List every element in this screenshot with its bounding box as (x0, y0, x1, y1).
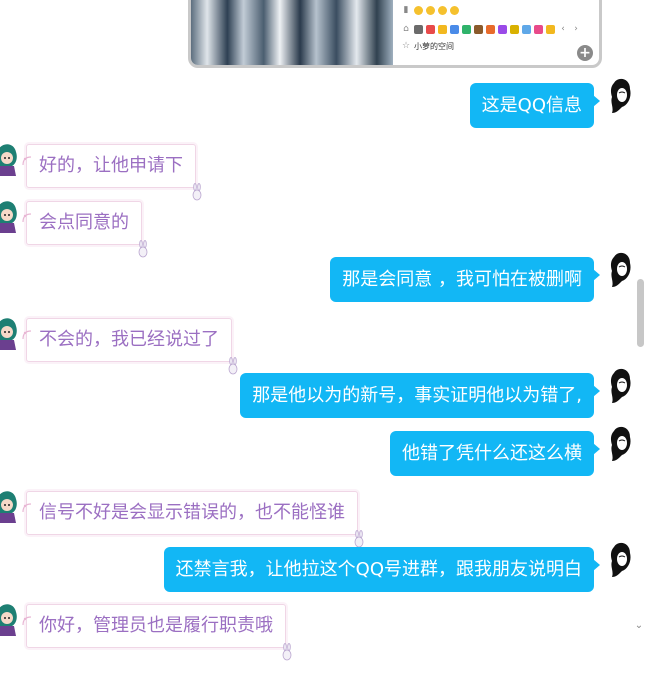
outgoing-message-bubble[interactable]: 他错了凭什么还这么横 (390, 431, 600, 476)
scroll-down-icon[interactable]: ⌄ (634, 620, 644, 632)
friend-avatar[interactable] (0, 314, 20, 352)
chevron-left-icon[interactable]: ‹ (558, 24, 568, 34)
my-avatar[interactable] (608, 77, 634, 115)
message-text: 不会的，我已经说过了 (39, 329, 219, 350)
badge-icon (426, 24, 435, 34)
level-star-icon (426, 5, 435, 15)
star-outline-icon: ☆ (401, 41, 411, 51)
friend-avatar[interactable] (0, 140, 20, 178)
my-avatar[interactable] (608, 367, 634, 405)
message-text: 会点同意的 (39, 212, 129, 233)
message-text: 那是会同意 ，我可怕在被删啊 (342, 269, 582, 290)
bunny-decoration-icon (227, 349, 239, 375)
chevron-right-icon[interactable]: › (571, 24, 581, 34)
bunny-decoration-icon (191, 175, 203, 201)
message-text: 他错了凭什么还这么横 (402, 443, 582, 464)
outgoing-message-bubble[interactable]: 还禁言我，让他拉这个QQ号进群，跟我朋友说明白 (163, 547, 601, 592)
badge-icon (462, 24, 471, 34)
friend-avatar[interactable] (0, 197, 20, 235)
message-text: 好的，让他申请下 (39, 155, 183, 176)
card-info: ▮ ⌂ ‹ › ☆ 小萝的空间 + (401, 0, 599, 65)
badge-icon (438, 24, 447, 34)
message-text: 这是QQ信息 (481, 95, 582, 116)
badge-icon (534, 24, 543, 34)
zoom-in-icon[interactable]: + (577, 45, 593, 61)
bunny-decoration-icon (353, 522, 365, 548)
incoming-message-bubble[interactable]: 你好，管理员也是履行职责哦 (22, 604, 292, 661)
message-text: 还禁言我，让他拉这个QQ号进群，跟我朋友说明白 (175, 559, 582, 580)
outgoing-message-bubble[interactable]: 这是QQ信息 (469, 83, 601, 128)
bunny-decoration-icon (281, 635, 293, 661)
card-photo (191, 0, 393, 65)
incoming-message-bubble[interactable]: 好的，让他申请下 (22, 144, 202, 201)
bunny-decoration-icon (137, 232, 149, 258)
bubble-corner-ornament-icon (22, 140, 32, 166)
incoming-message-bubble[interactable]: 会点同意的 (22, 201, 148, 258)
bubble-corner-ornament-icon (22, 314, 32, 340)
bubble-corner-ornament-icon (22, 197, 32, 223)
bubble-corner-ornament-icon (22, 600, 32, 626)
message-text: 那是他以为的新号，事实证明他以为错了, (252, 385, 582, 406)
badge-icon (486, 24, 495, 34)
space-row[interactable]: ☆ 小萝的空间 (401, 39, 454, 53)
my-avatar[interactable] (608, 541, 634, 579)
badge-icon (414, 24, 423, 34)
badge-icon (510, 24, 519, 34)
home-icon: ⌂ (403, 24, 409, 34)
outgoing-message-bubble[interactable]: 那是他以为的新号，事实证明他以为错了, (240, 373, 600, 418)
badge-icon (474, 24, 483, 34)
badge-icon (450, 24, 459, 34)
level-row: ▮ (401, 3, 459, 17)
level-star-icon (450, 5, 459, 15)
level-bar-icon: ▮ (403, 5, 409, 15)
level-star-icon (414, 5, 423, 15)
message-text: 你好，管理员也是履行职责哦 (39, 615, 273, 636)
bubble-corner-ornament-icon (22, 487, 32, 513)
incoming-message-bubble[interactable]: 信号不好是会显示错误的，也不能怪谁 (22, 491, 364, 548)
friend-avatar[interactable] (0, 600, 20, 638)
incoming-message-bubble[interactable]: 不会的，我已经说过了 (22, 318, 238, 375)
message-text: 信号不好是会显示错误的，也不能怪谁 (39, 502, 345, 523)
badge-icon (498, 24, 507, 34)
badge-icon (546, 24, 555, 34)
my-avatar[interactable] (608, 425, 634, 463)
outgoing-message-bubble[interactable]: 那是会同意 ，我可怕在被删啊 (330, 257, 600, 302)
my-avatar[interactable] (608, 251, 634, 289)
space-name: 小萝的空间 (414, 41, 454, 51)
friend-avatar[interactable] (0, 487, 20, 525)
badge-row: ⌂ ‹ › (401, 22, 581, 36)
badge-icon (522, 24, 531, 34)
level-star-icon (438, 5, 447, 15)
scrollbar-thumb[interactable] (637, 279, 644, 347)
profile-card[interactable]: ▮ ⌂ ‹ › ☆ 小萝的空间 + (188, 0, 602, 68)
